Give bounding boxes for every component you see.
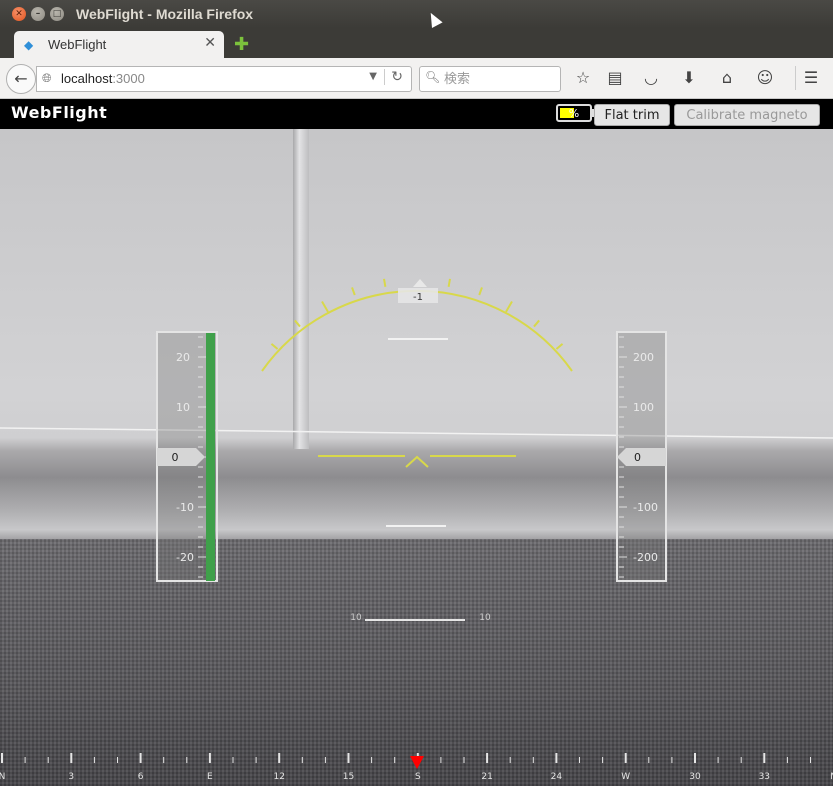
url-host: localhost <box>61 71 113 86</box>
roll-tick <box>321 300 329 313</box>
calibrate-magneto-button[interactable]: Calibrate magneto <box>674 104 820 126</box>
compass-label: S <box>415 772 421 782</box>
globe-icon: 🌐︎ <box>42 71 52 85</box>
window-title: WebFlight - Mozilla Firefox <box>76 6 254 22</box>
downloads-icon[interactable]: ⬇ <box>678 68 700 87</box>
url-port: :3000 <box>112 71 145 86</box>
roll-tick <box>270 343 279 350</box>
compass-label: 24 <box>551 772 563 782</box>
roll-tick <box>478 287 483 296</box>
history-dropdown-icon[interactable]: ▼ <box>369 71 377 82</box>
speed-tick-label: -100 <box>633 501 658 514</box>
window-minimize-button[interactable]: – <box>31 7 45 21</box>
compass-label: 3 <box>68 772 74 782</box>
pocket-icon[interactable]: ◡ <box>640 68 662 87</box>
drone-favicon-icon: ◆ <box>24 38 34 52</box>
compass-label: 15 <box>343 772 354 782</box>
new-tab-plus-icon[interactable]: ✚ <box>234 34 249 55</box>
compass-label: 33 <box>759 772 770 782</box>
speed-tick-label: 100 <box>633 401 654 414</box>
search-icon: 🔍︎ <box>425 70 441 84</box>
window-close-button[interactable]: ✕ <box>12 7 26 21</box>
compass-label: 6 <box>138 772 144 782</box>
search-input[interactable] <box>442 68 556 90</box>
roll-tick <box>383 278 387 287</box>
url-text[interactable]: localhost:3000 <box>61 71 145 86</box>
speed-tick-label: -200 <box>633 551 658 564</box>
compass-label: 21 <box>481 772 492 782</box>
tab-webflight[interactable]: ◆ WebFlight ✕ <box>14 31 224 58</box>
flight-hud: -1 10 10 20 10 -10 -20 0 200 100 -100 -2… <box>0 278 833 782</box>
altitude-current-value: 0 <box>172 451 179 464</box>
reading-list-icon[interactable]: ▤ <box>604 68 626 87</box>
tab-close-icon[interactable]: ✕ <box>204 35 216 51</box>
altitude-tick-label: -20 <box>176 551 194 564</box>
speed-current-box <box>617 448 666 466</box>
roll-tick <box>351 287 356 296</box>
roll-pointer-icon <box>413 279 427 287</box>
compass-label: W <box>621 772 630 782</box>
roll-tick <box>294 319 301 328</box>
flat-trim-button[interactable]: Flat trim <box>594 104 670 126</box>
compass-label: 30 <box>689 772 701 782</box>
app-brand: WebFlight <box>11 103 108 122</box>
search-box[interactable]: 🔍︎ <box>419 66 561 92</box>
toolbar-separator <box>795 66 796 90</box>
hamburger-menu-icon[interactable]: ☰ <box>800 68 822 87</box>
roll-tick <box>533 319 540 328</box>
compass-label: 12 <box>273 772 284 782</box>
battery-percent-label: % <box>568 107 580 120</box>
bookmark-star-icon[interactable]: ☆ <box>572 68 594 87</box>
mouse-cursor-icon <box>425 10 443 28</box>
roll-value: -1 <box>413 292 423 303</box>
reload-icon[interactable]: ↻ <box>384 69 403 85</box>
altitude-tick-label: -10 <box>176 501 194 514</box>
pitch-label-left: 10 <box>350 613 362 623</box>
tab-strip: ◆ WebFlight ✕ ✚ <box>0 28 833 58</box>
navigation-toolbar: ← 🌐︎ localhost:3000 ▼ ↻ 🔍︎ ☆ ▤ ◡ ⬇ ⌂ ☺ ☰ <box>0 58 833 99</box>
video-feed: -1 10 10 20 10 -10 -20 0 200 100 -100 -2… <box>0 129 833 786</box>
aircraft-chevron-icon <box>405 455 429 468</box>
window-titlebar: ✕ – □ WebFlight - Mozilla Firefox <box>0 0 833 28</box>
hello-chat-icon[interactable]: ☺ <box>754 68 776 87</box>
roll-tick <box>447 278 451 287</box>
home-icon[interactable]: ⌂ <box>716 68 738 87</box>
compass-label: E <box>207 772 213 782</box>
compass-label: N <box>0 772 5 782</box>
altitude-tick-label: 20 <box>176 351 190 364</box>
window-maximize-button[interactable]: □ <box>50 7 64 21</box>
battery-indicator: % <box>556 104 592 122</box>
app-header: WebFlight % Flat trim Calibrate magneto <box>0 99 833 129</box>
tab-label: WebFlight <box>48 37 107 52</box>
back-arrow-icon[interactable]: ← <box>6 64 36 94</box>
altitude-tick-label: 10 <box>176 401 190 414</box>
speed-current-value: 0 <box>634 451 641 464</box>
altitude-current-box <box>157 448 205 466</box>
roll-tick <box>505 300 513 313</box>
altitude-bar <box>206 333 215 581</box>
horizon-line <box>0 427 833 439</box>
heading-marker-icon <box>410 756 424 769</box>
url-bar[interactable]: 🌐︎ localhost:3000 ▼ ↻ <box>36 66 412 92</box>
pitch-label-right: 10 <box>479 613 491 623</box>
speed-tick-label: 200 <box>633 351 654 364</box>
roll-tick <box>555 343 564 350</box>
